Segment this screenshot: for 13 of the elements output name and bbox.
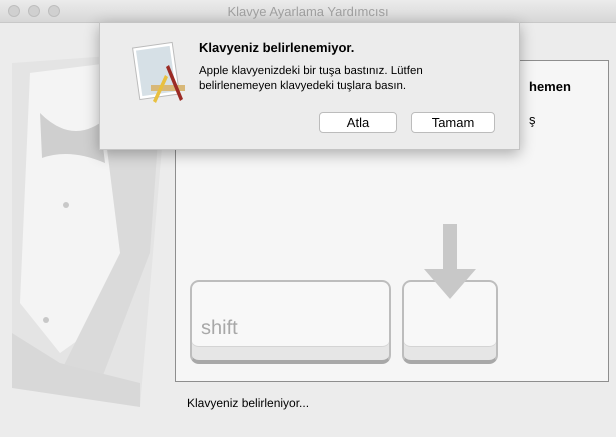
zoom-button[interactable] <box>48 5 60 17</box>
minimize-button[interactable] <box>28 5 40 17</box>
skip-button[interactable]: Atla <box>319 112 397 133</box>
app-icon <box>131 41 187 105</box>
ok-button[interactable]: Tamam <box>411 112 495 133</box>
panel-text: ş <box>529 112 536 127</box>
dialog-message: Apple klavyenizdeki bir tuşa bastınız. Lütfen belirlenemeyen klavyedeki tuşlara basın. <box>199 64 424 94</box>
window-title: Klavye Ayarlama Yardımcısı <box>227 4 389 18</box>
status-text: Klavyeniz belirleniyor... <box>187 396 310 410</box>
panel-heading: hemen <box>529 79 572 94</box>
close-button[interactable] <box>8 5 20 17</box>
dialog-title: Klavyeniz belirlenemiyor. <box>199 40 356 55</box>
key-label: shift <box>201 317 238 340</box>
